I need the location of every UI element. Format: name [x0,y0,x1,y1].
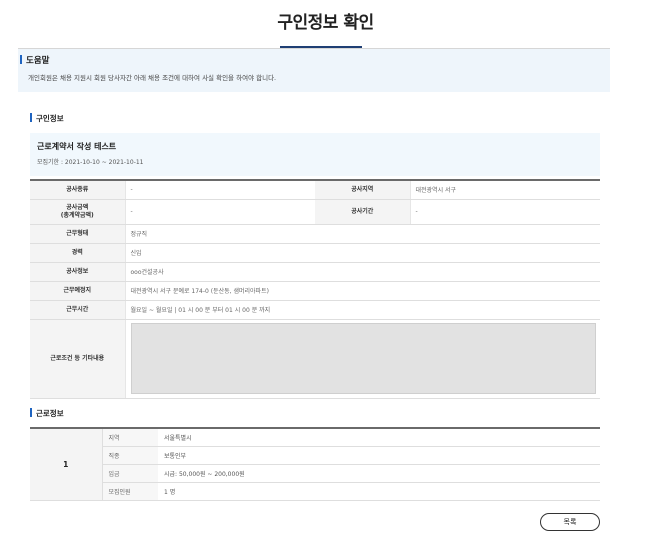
work-hours-label: 근무시간 [30,300,125,320]
job-info-table: 공사종류 - 공사지역 대전광역시 서구 공사금액 (총계약금액) - 공사기간… [30,179,600,399]
table-row: 모집인원 1 명 [30,482,600,501]
list-button[interactable]: 목록 [540,513,600,531]
construction-type-label: 공사종류 [30,180,125,200]
occupation-label: 직종 [102,446,158,465]
career-label: 경력 [30,243,125,263]
heading-marker [30,408,32,417]
construction-region-label: 공사지역 [315,180,410,200]
construction-amount-label: 공사금액 (총계약금액) [30,199,125,225]
region-label: 지역 [102,428,158,447]
page-title: 구인정보 확인 [277,13,374,33]
job-section-heading-label: 구인정보 [36,114,64,123]
table-row: 공사정보 ooo건설공사 [30,262,600,282]
construction-amount-value: - [124,199,315,225]
region-value: 서울특별시 [158,428,600,447]
help-heading: 도움말 [20,54,49,66]
help-text: 개인회원은 채용 지원시 회원 당사자간 아래 채용 조건에 대하여 사실 확인… [28,74,277,82]
job-summary-box: 근로계약서 작성 테스트 모집기한 : 2021-10-10 ~ 2021-10… [30,133,600,176]
occupation-value: 보통인부 [158,446,600,465]
table-row: 임금 시급: 50,000원 ~ 200,000원 [30,464,600,483]
headcount-label: 모집인원 [102,482,158,501]
wage-value: 시급: 50,000원 ~ 200,000원 [158,464,600,483]
other-conditions-cell [124,319,600,399]
table-row: 경력 신입 [30,243,600,263]
heading-marker [20,55,22,64]
other-conditions-textarea [130,323,596,394]
job-section-heading: 구인정보 [30,113,64,124]
table-row: 공사금액 (총계약금액) - 공사기간 - [30,199,600,225]
table-row: 근무예정지 대전광역시 서구 문예로 174-0 (둔산동, 샘머리아파트) [30,281,600,301]
job-title: 근로계약서 작성 테스트 [37,142,117,151]
table-row: 근무시간 월요일 ~ 월요일 | 01 시 00 분 부터 01 시 00 분 … [30,300,600,320]
construction-info-label: 공사정보 [30,262,125,282]
work-entry-number: 1 [30,428,103,501]
other-conditions-label: 근로조건 등 기타내용 [30,319,125,399]
work-place-label: 근무예정지 [30,281,125,301]
work-place-value: 대전광역시 서구 문예로 174-0 (둔산동, 샘머리아파트) [124,281,600,301]
headcount-value: 1 명 [158,482,600,501]
heading-marker [30,113,32,122]
title-underline [280,46,362,48]
construction-period-label: 공사기간 [315,199,410,225]
construction-type-value: - [124,180,315,200]
job-period: 모집기한 : 2021-10-10 ~ 2021-10-11 [37,159,144,166]
career-value: 신입 [124,243,600,263]
work-type-label: 근무형태 [30,224,125,244]
work-section-heading: 근로정보 [30,408,64,419]
construction-region-value: 대전광역시 서구 [409,180,600,200]
table-row: 공사종류 - 공사지역 대전광역시 서구 [30,180,600,200]
work-hours-value: 월요일 ~ 월요일 | 01 시 00 분 부터 01 시 00 분 까지 [124,300,600,320]
work-info-table: 1 지역 서울특별시 직종 보통인부 임금 시급: 50,000원 ~ 200,… [30,427,600,501]
work-section-heading-label: 근로정보 [36,409,64,418]
help-heading-label: 도움말 [26,56,50,66]
table-row: 직종 보통인부 [30,446,600,465]
construction-period-value: - [409,199,600,225]
work-type-value: 정규직 [124,224,600,244]
table-row: 근무형태 정규직 [30,224,600,244]
wage-label: 임금 [102,464,158,483]
help-box: 도움말 개인회원은 채용 지원시 회원 당사자간 아래 채용 조건에 대하여 사… [18,49,610,92]
table-row: 근로조건 등 기타내용 [30,319,600,399]
table-row: 1 지역 서울특별시 [30,428,600,501]
construction-info-value: ooo건설공사 [124,262,600,282]
